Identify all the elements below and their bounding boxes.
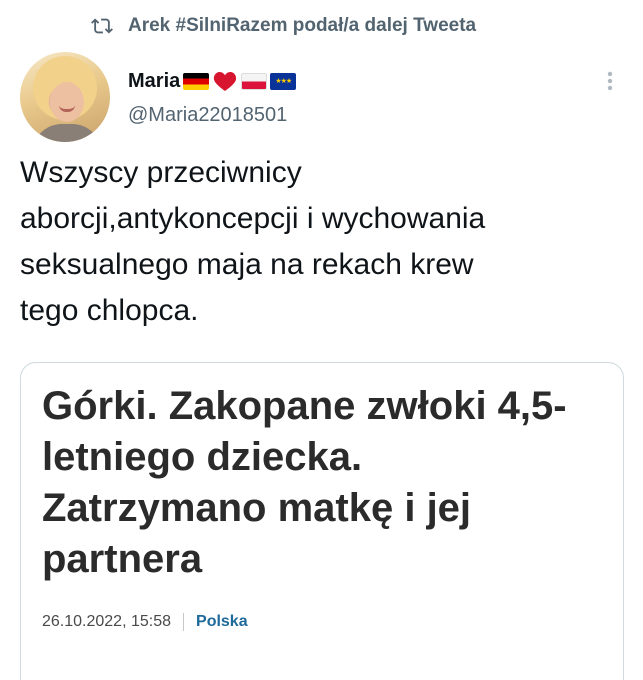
- author-handle[interactable]: @Maria22018501: [128, 104, 287, 127]
- retweet-icon: [91, 18, 113, 34]
- card-divider: [183, 613, 185, 631]
- retweet-context[interactable]: Arek #SilniRazem podał/a dalej Tweeta: [0, 10, 643, 42]
- tweet-text-line: Wszyscy przeciwnicy: [20, 156, 302, 189]
- tweet-text-line: tego chlopca.: [20, 294, 199, 327]
- author-display-name[interactable]: Maria: [128, 70, 180, 93]
- red-heart-icon: [214, 72, 237, 91]
- more-options-icon[interactable]: [600, 66, 620, 96]
- avatar[interactable]: [20, 52, 110, 142]
- card-headline-line: Górki. Zakopane zwłoki 4,5-: [42, 384, 567, 428]
- card-category[interactable]: Polska: [196, 613, 248, 631]
- link-preview-card[interactable]: Górki. Zakopane zwłoki 4,5- letniego dzi…: [20, 362, 624, 680]
- flag-poland-icon: [241, 72, 268, 90]
- card-headline: Górki. Zakopane zwłoki 4,5- letniego dzi…: [42, 381, 612, 585]
- card-headline-line: Zatrzymano matkę i jej: [42, 486, 472, 530]
- tweet-text-line: aborcji,antykoncepcji i wychowania: [20, 202, 486, 235]
- tweet-text: Wszyscy przeciwnicy aborcji,antykoncepcj…: [20, 150, 620, 334]
- tweet-text-line: seksualnego maja na rekach krew: [20, 248, 474, 281]
- avatar-face: [50, 82, 84, 122]
- card-headline-line: letniego dziecka.: [42, 435, 363, 479]
- flag-germany-icon: [183, 72, 210, 90]
- avatar-shirt: [32, 124, 102, 142]
- flag-eu-icon: ★★★: [270, 72, 297, 90]
- card-meta: 26.10.2022, 15:58 Polska: [42, 613, 248, 631]
- card-date: 26.10.2022, 15:58: [42, 613, 172, 630]
- retweet-label: Arek #SilniRazem podał/a dalej Tweeta: [128, 15, 477, 36]
- card-headline-line: partnera: [42, 537, 203, 581]
- author-name-row[interactable]: Maria ★★★: [128, 66, 297, 96]
